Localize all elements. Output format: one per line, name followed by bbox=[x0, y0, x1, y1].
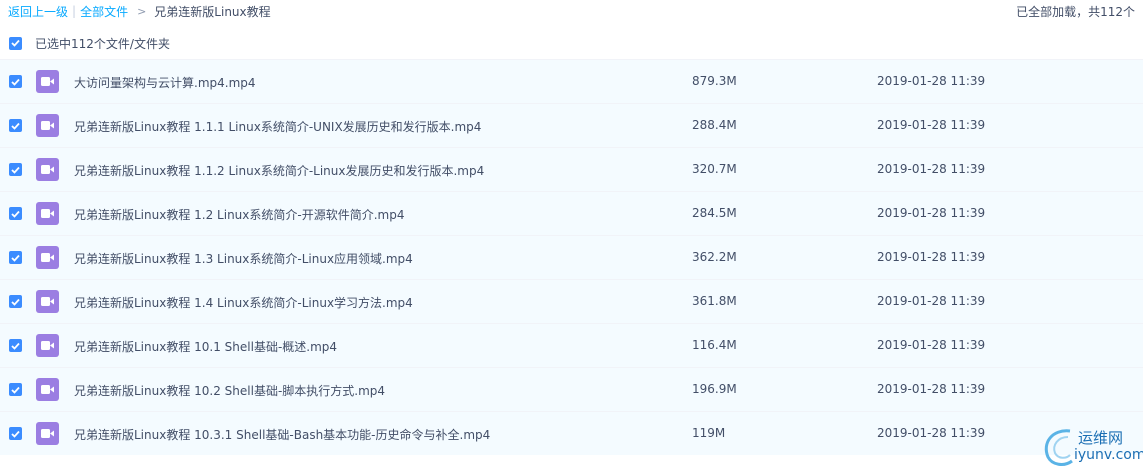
row-checkbox[interactable] bbox=[9, 119, 22, 132]
video-file-icon bbox=[36, 334, 59, 357]
file-name[interactable]: 兄弟连新版Linux教程 1.3 Linux系统简介-Linux应用领域.mp4 bbox=[74, 250, 413, 267]
file-row[interactable]: 兄弟连新版Linux教程 1.3 Linux系统简介-Linux应用领域.mp4… bbox=[0, 235, 1143, 279]
row-checkbox[interactable] bbox=[9, 163, 22, 176]
file-date: 2019-01-28 11:39 bbox=[877, 426, 986, 440]
file-size: 361.8M bbox=[692, 294, 737, 308]
file-name[interactable]: 兄弟连新版Linux教程 10.1 Shell基础-概述.mp4 bbox=[74, 338, 337, 355]
breadcrumb-current-folder: 兄弟连新版Linux教程 bbox=[154, 4, 271, 19]
file-size: 362.2M bbox=[692, 250, 737, 264]
file-date: 2019-01-28 11:39 bbox=[877, 74, 986, 88]
breadcrumb-divider: | bbox=[72, 4, 77, 18]
row-checkbox[interactable] bbox=[9, 427, 22, 440]
file-size: 119M bbox=[692, 426, 726, 440]
back-link[interactable]: 返回上一级 bbox=[8, 3, 68, 20]
breadcrumb: 返回上一级 | 全部文件 > 兄弟连新版Linux教程 bbox=[8, 3, 271, 20]
video-file-icon bbox=[36, 158, 59, 181]
checkmark-icon bbox=[11, 166, 20, 174]
file-row[interactable]: 兄弟连新版Linux教程 10.1 Shell基础-概述.mp4 116.4M 20… bbox=[0, 323, 1143, 367]
watermark-title: 运维网 bbox=[1078, 429, 1124, 447]
checkmark-icon bbox=[11, 39, 20, 47]
file-name[interactable]: 兄弟连新版Linux教程 1.4 Linux系统简介-Linux学习方法.mp4 bbox=[74, 294, 413, 311]
file-size: 284.5M bbox=[692, 206, 737, 220]
file-row[interactable]: 兄弟连新版Linux教程 1.1.1 Linux系统简介-UNIX发展历史和发行… bbox=[0, 103, 1143, 147]
row-checkbox[interactable] bbox=[9, 339, 22, 352]
row-checkbox[interactable] bbox=[9, 295, 22, 308]
file-name[interactable]: 大访问量架构与云计算.mp4.mp4 bbox=[74, 74, 256, 91]
file-name[interactable]: 兄弟连新版Linux教程 1.1.2 Linux系统简介-Linux发展历史和发… bbox=[74, 162, 484, 179]
file-size: 879.3M bbox=[692, 74, 737, 88]
file-row[interactable]: 大访问量架构与云计算.mp4.mp4 879.3M 2019-01-28 11:39 bbox=[0, 59, 1143, 103]
row-checkbox[interactable] bbox=[9, 207, 22, 220]
video-file-icon bbox=[36, 246, 59, 269]
video-file-icon bbox=[36, 70, 59, 93]
row-checkbox[interactable] bbox=[9, 75, 22, 88]
watermark-logo: 运维网 iyunv.com bbox=[1040, 425, 1143, 469]
checkmark-icon bbox=[11, 122, 20, 130]
file-name[interactable]: 兄弟连新版Linux教程 10.2 Shell基础-脚本执行方式.mp4 bbox=[74, 382, 385, 399]
video-file-icon bbox=[36, 114, 59, 137]
file-row[interactable]: 兄弟连新版Linux教程 10.2 Shell基础-脚本执行方式.mp4 196.… bbox=[0, 367, 1143, 411]
file-date: 2019-01-28 11:39 bbox=[877, 338, 986, 352]
file-date: 2019-01-28 11:39 bbox=[877, 382, 986, 396]
checkmark-icon bbox=[11, 386, 20, 394]
all-files-link[interactable]: 全部文件 bbox=[80, 3, 128, 20]
file-date: 2019-01-28 11:39 bbox=[877, 206, 986, 220]
video-file-icon bbox=[36, 378, 59, 401]
file-row[interactable]: 兄弟连新版Linux教程 10.3.1 Shell基础-Bash基本功能-历史命… bbox=[0, 411, 1143, 455]
file-name[interactable]: 兄弟连新版Linux教程 1.2 Linux系统简介-开源软件简介.mp4 bbox=[74, 206, 404, 223]
selection-count-label: 已选中112个文件/文件夹 bbox=[35, 36, 170, 51]
file-list: 大访问量架构与云计算.mp4.mp4 879.3M 2019-01-28 11:39… bbox=[0, 59, 1143, 455]
row-checkbox[interactable] bbox=[9, 251, 22, 264]
video-file-icon bbox=[36, 290, 59, 313]
checkmark-icon bbox=[11, 210, 20, 218]
file-size: 116.4M bbox=[692, 338, 737, 352]
checkmark-icon bbox=[11, 342, 20, 350]
file-count-status: 已全部加载，共112个 bbox=[1016, 4, 1135, 19]
breadcrumb-arrow-icon: > bbox=[137, 4, 147, 18]
file-date: 2019-01-28 11:39 bbox=[877, 294, 986, 308]
select-all-checkbox[interactable] bbox=[9, 36, 22, 50]
video-file-icon bbox=[36, 202, 59, 225]
top-bar: 返回上一级 | 全部文件 > 兄弟连新版Linux教程 已全部加载，共112个 bbox=[0, 0, 1143, 22]
file-size: 320.7M bbox=[692, 162, 737, 176]
checkmark-icon bbox=[11, 254, 20, 262]
file-row[interactable]: 兄弟连新版Linux教程 1.2 Linux系统简介-开源软件简介.mp4 284… bbox=[0, 191, 1143, 235]
checkmark-icon bbox=[11, 430, 20, 438]
file-name[interactable]: 兄弟连新版Linux教程 1.1.1 Linux系统简介-UNIX发展历史和发行… bbox=[74, 118, 481, 135]
watermark-url: iyunv.com bbox=[1074, 447, 1143, 463]
checkmark-icon bbox=[11, 78, 20, 86]
video-file-icon bbox=[36, 422, 59, 445]
file-size: 196.9M bbox=[692, 382, 737, 396]
select-all-bar: 已选中112个文件/文件夹 bbox=[0, 30, 1143, 56]
row-checkbox[interactable] bbox=[9, 383, 22, 396]
file-name[interactable]: 兄弟连新版Linux教程 10.3.1 Shell基础-Bash基本功能-历史命… bbox=[74, 426, 490, 443]
file-date: 2019-01-28 11:39 bbox=[877, 118, 986, 132]
file-date: 2019-01-28 11:39 bbox=[877, 250, 986, 264]
checkmark-icon bbox=[11, 298, 20, 306]
file-size: 288.4M bbox=[692, 118, 737, 132]
file-row[interactable]: 兄弟连新版Linux教程 1.4 Linux系统简介-Linux学习方法.mp4… bbox=[0, 279, 1143, 323]
file-row[interactable]: 兄弟连新版Linux教程 1.1.2 Linux系统简介-Linux发展历史和发… bbox=[0, 147, 1143, 191]
file-date: 2019-01-28 11:39 bbox=[877, 162, 986, 176]
